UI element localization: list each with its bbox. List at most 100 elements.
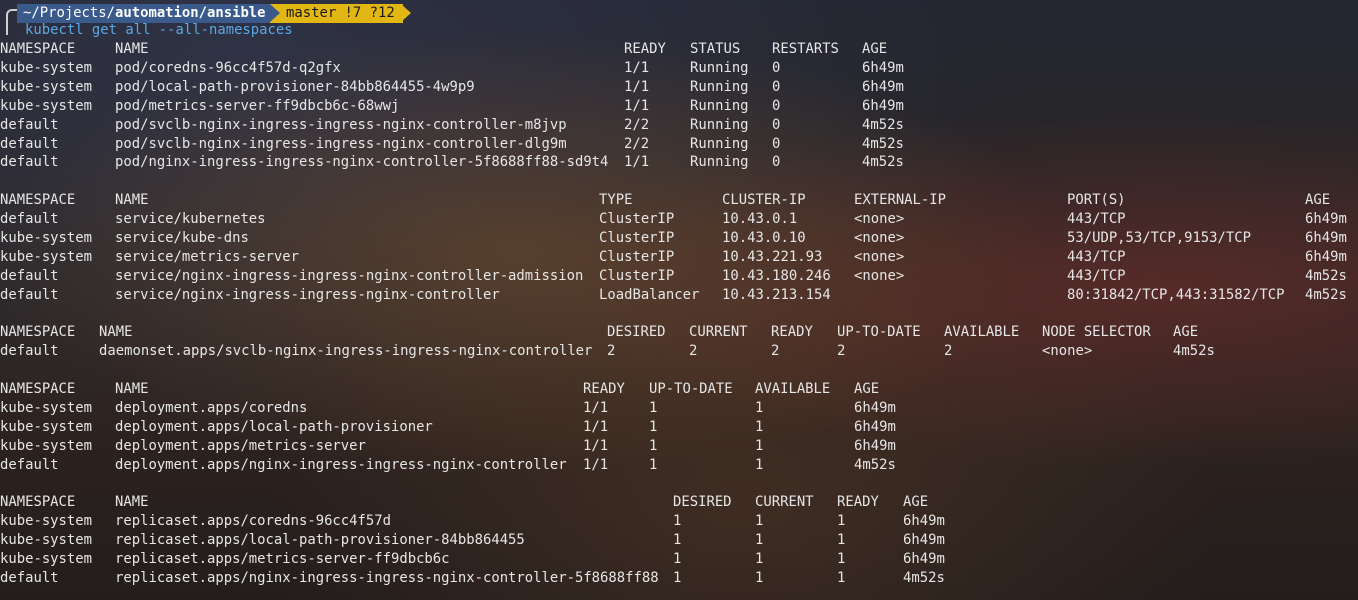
- table-cell: default: [0, 342, 59, 359]
- table-cell: replicaset.apps/local-path-provisioner-8…: [115, 531, 525, 548]
- column-header: DESIRED: [607, 324, 666, 340]
- table-cell: 0: [772, 135, 781, 152]
- prompt-line: ~/Projects/automation/ansible master !7 …: [0, 2, 420, 23]
- table-cell: 6h49m: [854, 418, 896, 435]
- table-cell: kube-system: [0, 248, 92, 265]
- table-cell: default: [0, 116, 59, 133]
- pods-header-row: NAMESPACE NAME READY STATUS RESTARTS AGE: [0, 40, 1358, 59]
- table-cell: kube-system: [0, 531, 92, 548]
- table-cell: Running: [690, 116, 749, 133]
- table-cell: default: [0, 456, 59, 473]
- table-cell: kube-system: [0, 97, 92, 114]
- column-header: READY: [771, 324, 813, 340]
- column-header: READY: [583, 381, 625, 397]
- table-cell: 1/1: [624, 154, 650, 171]
- column-header: NAME: [115, 41, 149, 57]
- table-cell: 6h49m: [903, 550, 945, 567]
- column-header: NAMESPACE: [0, 192, 76, 208]
- table-cell: 10.43.0.1: [722, 210, 798, 227]
- table-cell: 1: [837, 569, 846, 586]
- daemonsets-row: default daemonset.apps/svclb-nginx-ingres…: [0, 342, 1358, 361]
- table-cell: deployment.apps/metrics-server: [115, 437, 366, 454]
- table-cell: 6h49m: [854, 437, 896, 454]
- column-header: CURRENT: [755, 494, 814, 510]
- column-header: NAME: [115, 494, 149, 510]
- table-cell: <none>: [1042, 342, 1093, 359]
- table-cell: kube-system: [0, 512, 92, 529]
- table-cell: 10.43.213.154: [722, 286, 831, 303]
- column-header: NAMESPACE: [0, 381, 76, 397]
- table-cell: 1/1: [624, 97, 650, 114]
- table-cell: 1: [755, 550, 764, 567]
- table-cell: <none>: [854, 267, 905, 284]
- table-cell: <none>: [854, 248, 905, 265]
- table-cell: 1/1: [583, 437, 609, 454]
- powerline-separator-icon: [270, 4, 280, 22]
- column-header: AGE: [1173, 324, 1199, 340]
- table-cell: 1: [755, 569, 764, 586]
- deployments-row: kube-system deployment.apps/metrics-serve…: [0, 437, 1358, 456]
- table-cell: Running: [690, 59, 749, 76]
- table-cell: LoadBalancer: [599, 286, 700, 303]
- services-header-row: NAMESPACE NAME TYPE CLUSTER-IP EXTERNAL-IP PO…: [0, 191, 1358, 210]
- table-cell: 4m52s: [862, 135, 904, 152]
- table-cell: 443/TCP: [1067, 210, 1126, 227]
- table-cell: kube-system: [0, 418, 92, 435]
- table-cell: 1/1: [624, 59, 650, 76]
- table-cell: <none>: [854, 210, 905, 227]
- column-header: CURRENT: [689, 324, 748, 340]
- table-cell: Running: [690, 78, 749, 95]
- replicasets-row: kube-system replicaset.apps/local-path-pr…: [0, 531, 1358, 550]
- table-cell: daemonset.apps/svclb-nginx-ingress-ingre…: [99, 342, 593, 359]
- table-cell: pod/svclb-nginx-ingress-ingress-nginx-co…: [115, 116, 567, 133]
- column-header: READY: [624, 41, 666, 57]
- table-cell: 1: [649, 418, 658, 435]
- table-cell: 1: [755, 531, 764, 548]
- path-bold: automation/ansible: [115, 5, 266, 21]
- terminal-window[interactable]: ~/Projects/automation/ansible master !7 …: [0, 0, 1358, 600]
- table-cell: 1: [673, 550, 682, 567]
- column-header: EXTERNAL-IP: [854, 192, 946, 208]
- table-cell: 6h49m: [1305, 248, 1347, 265]
- services-row: default service/kubernetes ClusterIP 10.43.…: [0, 210, 1358, 229]
- table-cell: 10.43.221.93: [722, 248, 823, 265]
- table-cell: ClusterIP: [599, 229, 675, 246]
- table-cell: 10.43.180.246: [722, 267, 831, 284]
- deployments-row: default deployment.apps/nginx-ingress-ing…: [0, 456, 1358, 475]
- column-header: DESIRED: [673, 494, 732, 510]
- table-cell: 0: [772, 116, 781, 133]
- pods-row: default pod/svclb-nginx-ingress-ingress-n…: [0, 116, 1358, 135]
- table-cell: pod/local-path-provisioner-84bb864455-4w…: [115, 78, 475, 95]
- table-cell: 6h49m: [862, 59, 904, 76]
- table-cell: ClusterIP: [599, 248, 675, 265]
- table-cell: Running: [690, 97, 749, 114]
- table-cell: 2: [689, 342, 698, 359]
- table-cell: 4m52s: [903, 569, 945, 586]
- table-cell: 6h49m: [862, 97, 904, 114]
- pods-row: default pod/nginx-ingress-ingress-nginx-c…: [0, 153, 1358, 172]
- table-cell: kube-system: [0, 229, 92, 246]
- command-line: kubectl get all --all-namespaces: [25, 22, 293, 38]
- table-cell: 0: [772, 59, 781, 76]
- column-header: AVAILABLE: [944, 324, 1020, 340]
- replicasets-row: kube-system replicaset.apps/coredns-96cc4…: [0, 512, 1358, 531]
- table-cell: 2: [607, 342, 616, 359]
- table-cell: 1: [673, 531, 682, 548]
- table-cell: Running: [690, 135, 749, 152]
- column-header: PORT(S): [1067, 192, 1126, 208]
- column-header: AGE: [903, 494, 929, 510]
- table-cell: 1/1: [624, 78, 650, 95]
- column-header: NAMESPACE: [0, 41, 76, 57]
- column-header: AGE: [854, 381, 880, 397]
- table-cell: 443/TCP: [1067, 267, 1126, 284]
- table-cell: ClusterIP: [599, 210, 675, 227]
- table-cell: deployment.apps/local-path-provisioner: [115, 418, 433, 435]
- table-cell: 2: [944, 342, 953, 359]
- table-cell: 1/1: [583, 399, 609, 416]
- table-cell: replicaset.apps/coredns-96cc4f57d: [115, 512, 391, 529]
- column-header: NAME: [115, 192, 149, 208]
- column-header: UP-TO-DATE: [837, 324, 921, 340]
- pods-row: kube-system pod/local-path-provisioner-84…: [0, 78, 1358, 97]
- table-cell: kube-system: [0, 59, 92, 76]
- table-cell: 4m52s: [1305, 267, 1347, 284]
